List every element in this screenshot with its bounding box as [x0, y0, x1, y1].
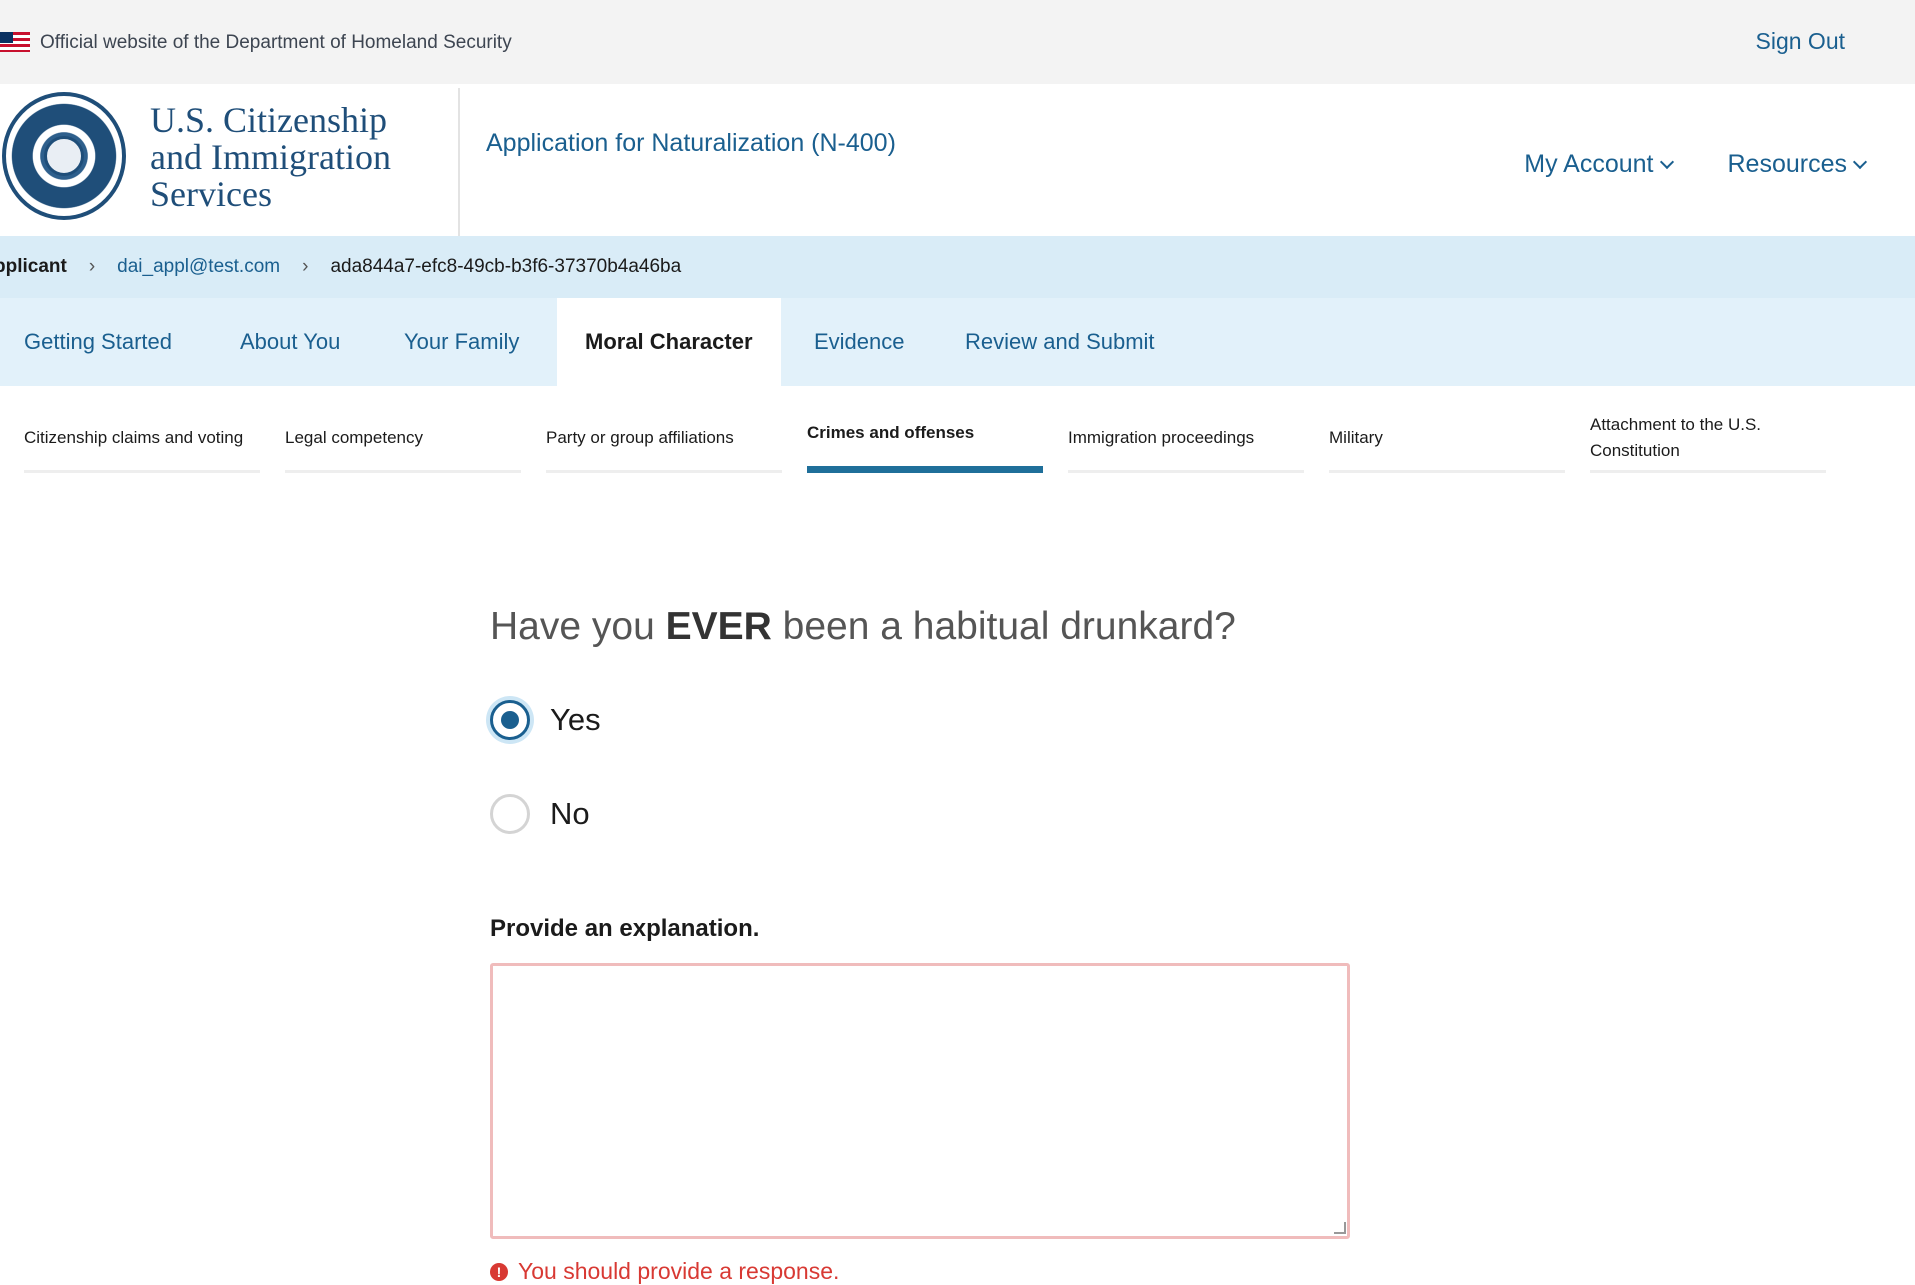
tab-about-you[interactable]: About You: [240, 298, 340, 386]
us-flag-icon: [0, 32, 30, 52]
radio-yes-button[interactable]: [490, 700, 530, 740]
chevron-down-icon: [1659, 154, 1674, 169]
tab-your-family[interactable]: Your Family: [404, 298, 519, 386]
subtab-label: Legal competency: [285, 427, 423, 447]
agency-line-3: Services: [150, 174, 272, 214]
sign-out-link[interactable]: Sign Out: [1756, 28, 1846, 55]
radio-no[interactable]: No: [490, 794, 590, 834]
explanation-label: Provide an explanation.: [490, 915, 760, 942]
tab-evidence[interactable]: Evidence: [814, 298, 905, 386]
error-icon: !: [490, 1262, 508, 1281]
radio-no-button[interactable]: [490, 794, 530, 834]
top-nav: My Account Resources: [1524, 150, 1868, 179]
subtab-label: Citizenship claims and voting: [24, 427, 244, 447]
resources-label: Resources: [1727, 150, 1848, 178]
tab-getting-started[interactable]: Getting Started: [24, 298, 172, 386]
chevron-down-icon: [1852, 154, 1868, 169]
breadcrumb-separator-icon: ›: [302, 256, 309, 277]
error-text: You should provide a response.: [518, 1258, 840, 1284]
agency-line-1: U.S. Citizenship: [150, 100, 388, 140]
subtab-citizenship-claims[interactable]: Citizenship claims and voting: [24, 405, 260, 473]
resize-handle-icon[interactable]: [1334, 1222, 1346, 1234]
subtab-label: Immigration proceedings: [1068, 427, 1255, 447]
breadcrumb-email[interactable]: dai_appl@test.com: [117, 256, 280, 278]
my-account-label: My Account: [1524, 150, 1654, 178]
error-message: ! You should provide a response.: [490, 1258, 839, 1285]
question-emphasis: EVER: [665, 605, 772, 648]
resources-menu[interactable]: Resources: [1727, 150, 1868, 179]
breadcrumb-separator-icon: ›: [88, 256, 96, 277]
radio-yes[interactable]: Yes: [490, 700, 601, 740]
dhs-seal-icon[interactable]: [2, 92, 126, 220]
section-tabs: Getting Started About You Your Family Mo…: [0, 298, 1915, 386]
subtab-party-affiliations[interactable]: Party or group affiliations: [546, 405, 782, 473]
agency-line-2: and Immigration: [150, 137, 391, 177]
subtab-label: Attachment to the U.S. Constitution: [1590, 414, 1762, 460]
seal-eagle-icon: [44, 136, 84, 176]
breadcrumb-applicant[interactable]: pplicant: [0, 256, 67, 278]
subtab-label: Party or group affiliations: [546, 427, 734, 447]
subtab-immigration-proceedings[interactable]: Immigration proceedings: [1068, 405, 1304, 473]
breadcrumb: pplicant › dai_appl@test.com › ada844a7-…: [0, 236, 1915, 298]
question-text: Have you EVER been a habitual drunkard?: [490, 605, 1236, 649]
radio-yes-label[interactable]: Yes: [550, 702, 601, 738]
question-prefix: Have you: [490, 605, 666, 648]
gov-banner: Official website of the Department of Ho…: [0, 0, 1915, 84]
agency-name[interactable]: U.S. Citizenship and Immigration Service…: [150, 102, 450, 213]
site-header: U.S. Citizenship and Immigration Service…: [0, 84, 1915, 236]
subtab-label: Crimes and offenses: [807, 422, 975, 442]
subtab-label: Military: [1329, 427, 1383, 447]
header-divider: [458, 88, 460, 236]
application-title: Application for Naturalization (N-400): [486, 129, 896, 157]
subtab-military[interactable]: Military: [1329, 405, 1565, 473]
explanation-textarea[interactable]: [490, 963, 1350, 1239]
tab-review-and-submit[interactable]: Review and Submit: [965, 298, 1155, 386]
question-suffix: been a habitual drunkard?: [771, 605, 1236, 648]
subtab-crimes-and-offenses[interactable]: Crimes and offenses: [807, 405, 1043, 473]
tab-moral-character[interactable]: Moral Character: [557, 298, 781, 386]
breadcrumb-case-id: ada844a7-efc8-49cb-b3f6-37370b4a46ba: [330, 256, 682, 277]
my-account-menu[interactable]: My Account: [1524, 150, 1674, 179]
subtab-attachment-constitution[interactable]: Attachment to the U.S. Constitution: [1590, 405, 1826, 473]
official-website-text: Official website of the Department of Ho…: [40, 32, 512, 53]
radio-no-label[interactable]: No: [550, 796, 590, 832]
subtab-legal-competency[interactable]: Legal competency: [285, 405, 521, 473]
